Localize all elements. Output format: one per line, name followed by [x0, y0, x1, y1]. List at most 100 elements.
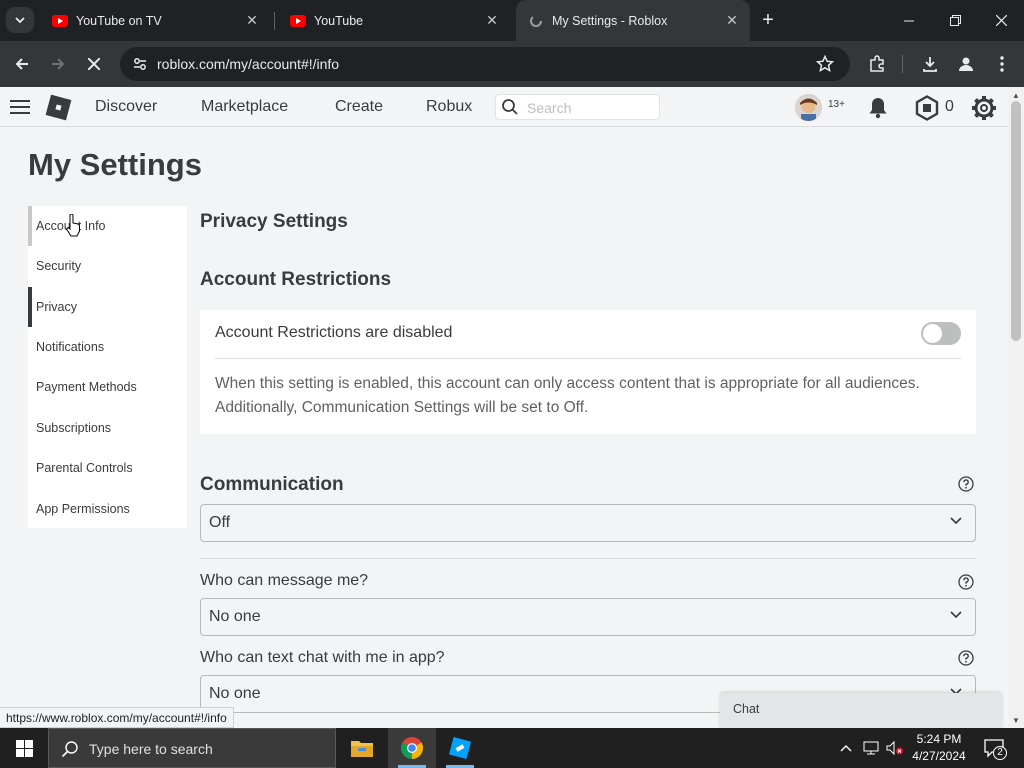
help-question-icon[interactable] [958, 574, 974, 590]
notifications-bell-icon[interactable] [865, 95, 891, 121]
menu-item-payment-methods[interactable]: Payment Methods [28, 367, 187, 407]
new-tab-button[interactable]: + [756, 8, 780, 32]
address-bar[interactable]: roblox.com/my/account#!/info [120, 47, 850, 81]
menu-item-privacy[interactable]: Privacy [28, 287, 187, 327]
site-info-icon[interactable] [132, 56, 148, 72]
network-status[interactable] [860, 728, 882, 768]
chrome-menu-button[interactable] [987, 49, 1017, 79]
tab-separator [274, 12, 275, 30]
avatar[interactable] [795, 94, 822, 121]
taskbar-roblox-studio[interactable] [436, 728, 484, 768]
account-restrictions-label: Account Restrictions are disabled [215, 324, 453, 341]
taskbar-clock[interactable]: 5:24 PM 4/27/2024 [905, 731, 973, 765]
chevron-down-icon [950, 611, 962, 619]
browser-toolbar: roblox.com/my/account#!/info [0, 41, 1024, 87]
hand-cursor-icon [65, 214, 80, 237]
close-tab-icon[interactable]: ✕ [722, 12, 742, 29]
account-restrictions-toggle[interactable] [921, 322, 961, 345]
restore-icon [949, 15, 961, 26]
close-tab-icon[interactable]: ✕ [482, 12, 502, 29]
back-arrow-icon [15, 58, 28, 70]
folder-icon [351, 741, 373, 757]
taskbar-file-explorer[interactable] [338, 728, 386, 768]
tab-title: My Settings - Roblox [552, 13, 668, 28]
taskbar-chrome[interactable] [388, 728, 436, 768]
menu-item-subscriptions[interactable]: Subscriptions [28, 408, 187, 448]
close-tab-icon[interactable]: ✕ [242, 12, 262, 29]
extensions-button[interactable] [862, 49, 892, 79]
robux-icon[interactable] [914, 95, 940, 121]
communication-heading: Communication [200, 474, 344, 495]
chat-bar[interactable]: Chat [720, 693, 1002, 728]
message-selected-value: No one [209, 608, 261, 625]
close-window-button[interactable] [978, 0, 1024, 41]
menu-item-notifications[interactable]: Notifications [28, 327, 187, 367]
youtube-icon [52, 13, 68, 29]
bookmark-star-icon[interactable] [816, 55, 834, 73]
communication-select[interactable]: Off [200, 504, 976, 542]
robux-balance[interactable]: 0 [945, 98, 954, 116]
nav-marketplace[interactable]: Marketplace [201, 98, 288, 116]
nav-create[interactable]: Create [335, 98, 383, 116]
chevron-down-icon [950, 517, 962, 525]
link-status-bar: https://www.roblox.com/my/account#!/info [0, 707, 234, 728]
stop-loading-button[interactable] [79, 49, 109, 79]
menu-item-parental-controls[interactable]: Parental Controls [28, 448, 187, 488]
start-button[interactable] [0, 728, 48, 768]
clock-date: 4/27/2024 [912, 749, 966, 763]
show-hidden-icons[interactable] [836, 728, 856, 768]
scroll-down-icon[interactable]: ▼ [1012, 716, 1020, 725]
menu-item-security[interactable]: Security [28, 246, 187, 286]
help-question-icon[interactable] [958, 650, 974, 666]
message-setting-select[interactable]: No one [200, 598, 976, 636]
profile-button[interactable] [951, 49, 981, 79]
tab-youtube-on-tv[interactable]: YouTube on TV ✕ [40, 0, 270, 41]
minimize-button[interactable] [886, 0, 932, 41]
tab-search-button[interactable] [6, 7, 34, 33]
profile-icon [959, 57, 973, 71]
restore-button[interactable] [932, 0, 978, 41]
scroll-up-icon[interactable]: ▲ [1012, 91, 1020, 100]
search-icon [61, 741, 78, 758]
download-icon [923, 57, 937, 72]
menu-item-app-permissions[interactable]: App Permissions [28, 489, 187, 529]
roblox-logo-icon[interactable] [44, 93, 73, 122]
tab-title: YouTube [314, 13, 364, 28]
notification-center-button[interactable]: 2 [983, 736, 1007, 760]
downloads-button[interactable] [915, 49, 945, 79]
account-restrictions-heading: Account Restrictions [200, 269, 392, 290]
forward-button[interactable] [43, 49, 73, 79]
tab-youtube[interactable]: YouTube ✕ [278, 0, 510, 41]
account-restrictions-description: When this setting is enabled, this accou… [215, 375, 920, 416]
clock-time: 5:24 PM [916, 732, 962, 746]
tab-my-settings[interactable]: My Settings - Roblox ✕ [516, 0, 750, 41]
url-text[interactable]: roblox.com/my/account#!/info [157, 56, 339, 72]
volume-status[interactable] [884, 728, 906, 768]
hamburger-menu-icon[interactable] [10, 98, 30, 116]
chat-label: Chat [733, 702, 760, 716]
communication-selected-value: Off [209, 514, 231, 531]
taskbar-search-placeholder: Type here to search [89, 741, 213, 757]
help-question-icon[interactable] [958, 476, 974, 492]
scrollbar-thumb[interactable] [1011, 101, 1021, 341]
nav-robux[interactable]: Robux [426, 98, 472, 116]
page-scrollbar[interactable]: ▲ ▼ [1008, 87, 1024, 728]
more-vertical-icon [1000, 56, 1004, 72]
gear-icon[interactable] [971, 95, 997, 121]
search-input[interactable]: Search [495, 94, 660, 120]
notification-count: 2 [997, 747, 1003, 758]
account-restrictions-card: Account Restrictions are disabled When t… [200, 310, 976, 434]
tab-title: YouTube on TV [76, 13, 162, 28]
chevron-up-icon [840, 745, 852, 752]
search-placeholder: Search [527, 100, 572, 116]
menu-item-account-info[interactable]: Account Info [28, 206, 187, 246]
taskbar-search-box[interactable]: Type here to search [48, 728, 336, 768]
back-button[interactable] [7, 49, 37, 79]
nav-discover[interactable]: Discover [95, 98, 157, 116]
roblox-studio-icon [448, 736, 472, 760]
privacy-settings-heading: Privacy Settings [200, 211, 348, 232]
loading-icon [528, 13, 544, 29]
divider [200, 558, 976, 559]
close-icon [88, 58, 100, 70]
page-title: My Settings [28, 147, 202, 182]
